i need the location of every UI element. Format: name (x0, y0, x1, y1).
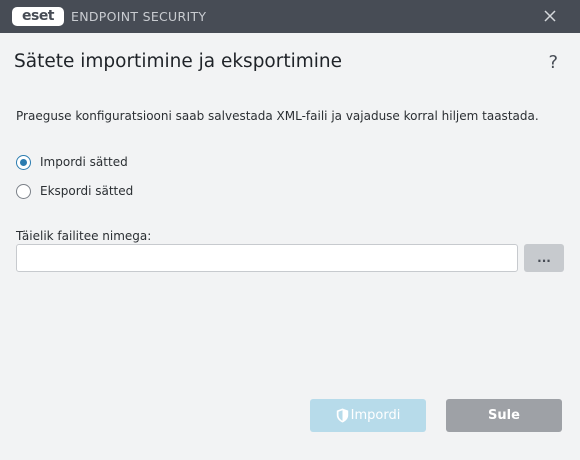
help-icon[interactable]: ? (548, 52, 558, 73)
file-path-label: Täielik failitee nimega: (16, 229, 152, 243)
browse-button[interactable]: ... (524, 244, 564, 272)
export-settings-radio[interactable]: Ekspordi sätted (16, 182, 133, 200)
product-name: ENDPOINT SECURITY (71, 9, 207, 24)
import-settings-radio[interactable]: Impordi sätted (16, 153, 128, 171)
import-button[interactable]: Impordi (310, 399, 426, 432)
file-path-input[interactable] (16, 244, 518, 272)
import-settings-label: Impordi sätted (40, 155, 128, 169)
title-bar: eset ENDPOINT SECURITY (0, 0, 580, 33)
radio-checked-icon[interactable] (16, 154, 31, 170)
close-icon (544, 10, 556, 22)
import-button-label: Impordi (350, 408, 401, 423)
export-settings-label: Ekspordi sätted (40, 184, 134, 198)
description-text: Praeguse konfiguratsiooni saab salvestad… (16, 109, 539, 123)
window-close-button[interactable] (542, 8, 558, 24)
shield-icon (336, 408, 348, 423)
close-button[interactable]: Sule (446, 399, 562, 432)
eset-logo: eset (12, 7, 64, 26)
dialog-title: Sätete importimine ja eksportimine (14, 51, 343, 72)
eset-logo-text: eset (21, 8, 55, 24)
radio-unchecked-icon[interactable] (16, 183, 31, 199)
